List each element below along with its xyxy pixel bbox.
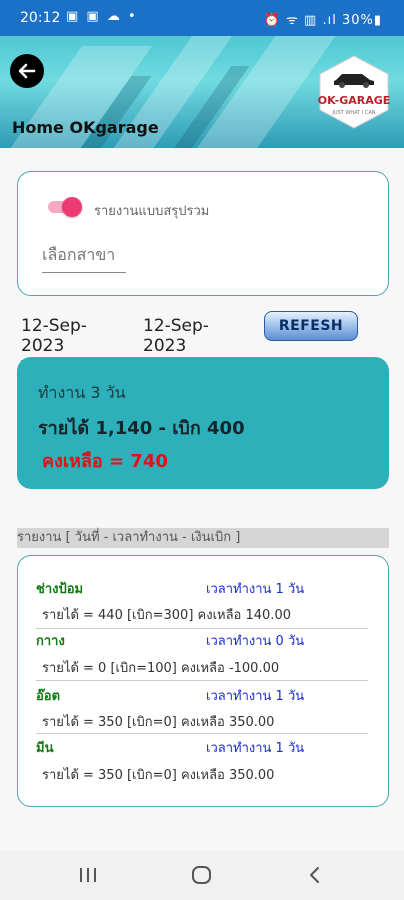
row-divider [36,733,368,734]
system-nav-bar [0,850,404,900]
employee-name: อ๊อต [36,689,61,704]
recents-icon [80,868,96,882]
work-time: เวลาทำงาน 0 วัน [206,634,305,649]
work-time: เวลาทำงาน 1 วัน [206,689,305,704]
system-back-button[interactable] [294,862,334,888]
income-withdraw-text: รายได้ 1,140 - เบิก 400 [38,418,245,439]
start-date-field[interactable]: 12-Sep-2023 [21,316,129,361]
work-time: เวลาทำงาน 1 วัน [206,582,305,597]
row-divider [36,628,368,629]
end-date-field[interactable]: 12-Sep-2023 [143,316,251,361]
row-divider [36,680,368,681]
employee-detail: รายได้ = 350 [เบิก=0] คงเหลือ 350.00 [42,715,275,730]
refresh-button[interactable]: REFESH [264,311,358,341]
system-status-icons: ⏰ ᯤ ▥ .ıl 30%▮ [263,13,382,28]
work-days-text: ทำงาน 3 วัน [38,383,126,402]
employee-detail: รายได้ = 350 [เบิก=0] คงเหลือ 350.00 [42,768,275,783]
employee-name: กาาง [36,634,65,649]
employee-name: ช่างป้อม [36,582,84,597]
home-button[interactable] [182,862,222,888]
status-bar: 20:12 ▣ ▣ ☁ • ⏰ ᯤ ▥ .ıl 30%▮ [0,0,404,36]
notification-icons: ▣ ▣ ☁ • [66,9,138,24]
employee-name: มีน [36,741,54,756]
employee-detail: รายได้ = 0 [เบิก=100] คงเหลือ -100.00 [42,661,280,676]
employee-detail: รายได้ = 440 [เบิก=300] คงเหลือ 140.00 [42,608,291,623]
filter-card [17,171,389,296]
work-time: เวลาทำงาน 1 วัน [206,741,305,756]
recents-button[interactable] [68,862,108,888]
report-header: รายงาน [ วันที่ - เวลาทำงาน - เงินเบิก ] [17,528,389,548]
branch-select[interactable]: เลือกสาขา [42,243,126,273]
home-icon [192,866,211,884]
chevron-left-icon [310,867,319,883]
svg-text:JUST WHAT I CAN: JUST WHAT I CAN [331,110,375,116]
summary-report-toggle[interactable] [48,197,82,217]
ok-garage-logo: OK-GARAGE JUST WHAT I CAN [316,54,392,130]
balance-text: คงเหลือ = 740 [42,451,168,472]
arrow-left-icon [18,63,36,79]
svg-text:OK-GARAGE: OK-GARAGE [318,94,391,107]
back-button[interactable] [10,54,44,88]
page-title: Home OKgarage [12,118,159,137]
status-time: 20:12 [20,10,61,26]
summary-report-label: รายงานแบบสรุปรวม [94,204,210,219]
